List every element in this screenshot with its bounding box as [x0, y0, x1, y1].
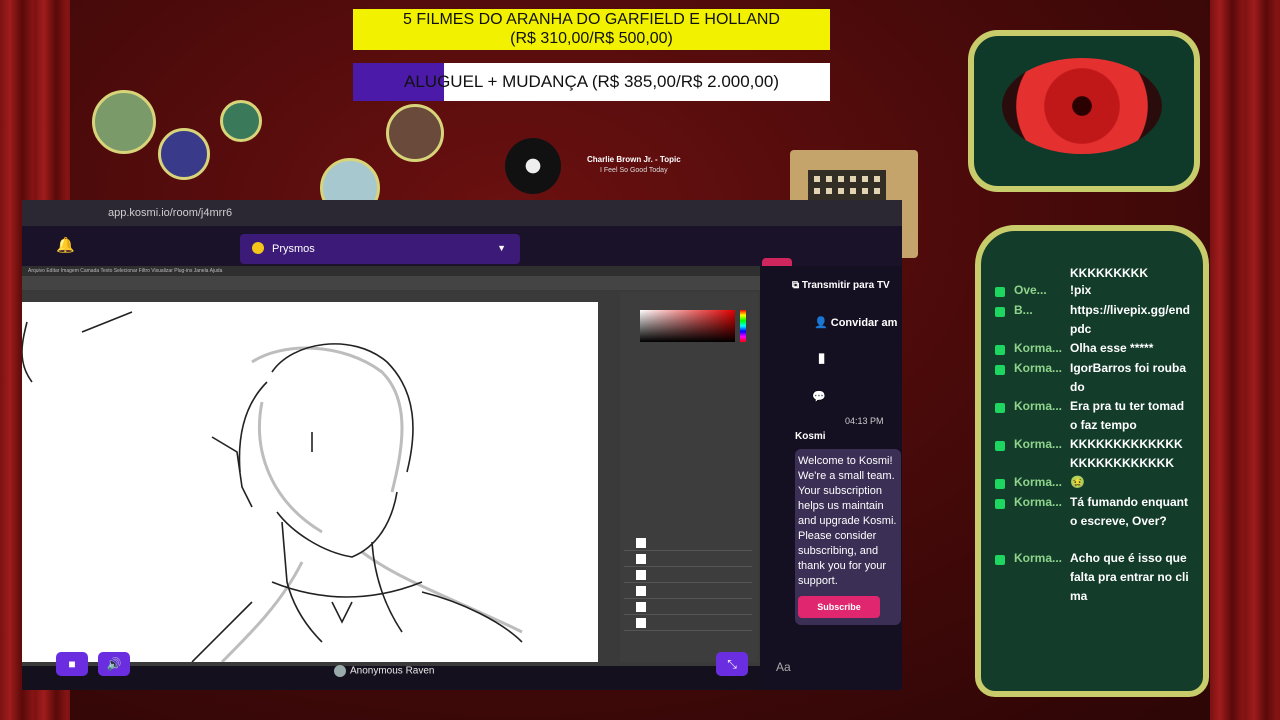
- browser-window: app.kosmi.io/room/j4mrr6 🔔 Prysmos ▼ Arq…: [22, 200, 902, 690]
- goal-amount: (R$ 310,00/R$ 500,00): [510, 30, 673, 47]
- chat-username[interactable]: Korma...: [1014, 437, 1062, 451]
- drawing-canvas[interactable]: [22, 302, 598, 662]
- chat-text: Olha esse *****: [1070, 341, 1154, 355]
- viewer-name: Anonymous Raven: [350, 665, 435, 677]
- chat-bubble-icon[interactable]: 💬: [812, 390, 826, 403]
- room-icon: [252, 242, 264, 254]
- avatar: [158, 128, 210, 180]
- hue-slider[interactable]: [740, 310, 746, 342]
- avatar: [92, 90, 156, 154]
- kosmi-top-bar: 🔔 Prysmos ▼: [22, 226, 902, 284]
- chat-text: KKKKKKKKKKKKKKKKKKKKKKKKK: [1070, 437, 1183, 470]
- ps-options-bar: [22, 276, 760, 290]
- cast-to-tv-button[interactable]: ⧉ Transmitir para TV: [792, 280, 890, 291]
- subscribe-button[interactable]: Subscribe: [798, 596, 880, 618]
- camera-off-icon[interactable]: ▮: [818, 350, 825, 366]
- ps-right-panels: [620, 292, 758, 662]
- kick-badge-icon: [995, 365, 1005, 375]
- shared-screen-photoshop: Arquivo Editar Imagem Camada Texto Selec…: [22, 266, 760, 666]
- goal-title: 5 FILMES DO ARANHA DO GARFIELD E HOLLAND: [403, 11, 780, 28]
- avatar: [386, 104, 444, 162]
- room-selector[interactable]: Prysmos ▼: [240, 234, 520, 264]
- ps-menu-bar: Arquivo Editar Imagem Camada Texto Selec…: [22, 266, 760, 276]
- chat-text: !pix: [1070, 283, 1092, 297]
- music-track: I Feel So Good Today: [600, 167, 668, 174]
- chat-username[interactable]: Korma...: [1014, 341, 1062, 355]
- layer-row[interactable]: [624, 616, 752, 631]
- goal-text: ALUGUEL + MUDANÇA (R$ 385,00/R$ 2.000,00…: [404, 72, 779, 91]
- twitch-chat: KKKKKKKKK Ove... !pix B... https://livepix.g…: [975, 225, 1209, 697]
- layer-row[interactable]: [624, 536, 752, 551]
- goal-bar-movies: 5 FILMES DO ARANHA DO GARFIELD E HOLLAND…: [353, 9, 830, 50]
- fullscreen-exit-icon[interactable]: ⤡: [716, 652, 748, 676]
- eye-icon: [1002, 58, 1162, 154]
- color-picker[interactable]: [640, 310, 735, 342]
- user-icon: [334, 665, 346, 677]
- layer-row[interactable]: [624, 584, 752, 599]
- music-artist: Charlie Brown Jr. - Topic: [587, 155, 681, 164]
- kick-badge-icon: [995, 555, 1005, 565]
- chevron-down-icon: ▼: [497, 243, 506, 253]
- now-playing-widget: Charlie Brown Jr. - Topic I Feel So Good…: [505, 138, 695, 194]
- chat-text: https://livepix.gg/endpdc: [1070, 303, 1191, 336]
- volume-icon[interactable]: 🔊: [98, 652, 130, 676]
- bell-icon[interactable]: 🔔: [56, 236, 75, 254]
- kick-badge-icon: [995, 499, 1005, 509]
- url-text: app.kosmi.io/room/j4mrr6: [108, 207, 233, 219]
- chat-text: Era pra tu ter tomado faz tempo: [1070, 399, 1185, 432]
- sketch-drawing: [22, 311, 523, 662]
- room-name: Prysmos: [272, 243, 315, 255]
- kick-badge-icon: [995, 307, 1005, 317]
- chat-text: IgorBarros foi roubado: [1070, 361, 1187, 394]
- kick-badge-icon: [995, 403, 1005, 413]
- chat-input[interactable]: Aa: [776, 660, 791, 674]
- webcam-eye-frame: [968, 30, 1200, 192]
- viewer-label: Anonymous Raven: [334, 665, 435, 677]
- layer-row[interactable]: [624, 552, 752, 567]
- kosmi-side-panel: ⧉ Transmitir para TV 👤 Convidar am ▮ 💬 0…: [762, 266, 902, 690]
- kick-badge-icon: [995, 345, 1005, 355]
- curtain-right: [1210, 0, 1280, 720]
- message-sender: Kosmi: [795, 431, 826, 442]
- stop-button[interactable]: ■: [56, 652, 88, 676]
- kick-badge-icon: [995, 441, 1005, 451]
- chat-username[interactable]: Korma...: [1014, 361, 1062, 375]
- album-art: [505, 138, 561, 194]
- goal-bar-rent: ALUGUEL + MUDANÇA (R$ 385,00/R$ 2.000,00…: [353, 63, 830, 101]
- layer-row[interactable]: [624, 568, 752, 583]
- chat-username[interactable]: Korma...: [1014, 495, 1062, 509]
- kick-badge-icon: [995, 287, 1005, 297]
- message-time: 04:13 PM: [845, 416, 884, 426]
- chat-text: 🤢: [1070, 475, 1085, 489]
- address-bar[interactable]: app.kosmi.io/room/j4mrr6: [22, 200, 902, 226]
- chat-username[interactable]: B...: [1014, 303, 1033, 317]
- layer-row[interactable]: [624, 600, 752, 615]
- chat-text: Acho que é isso que falta pra entrar no …: [1070, 551, 1189, 603]
- chat-username[interactable]: Korma...: [1014, 475, 1062, 489]
- kick-badge-icon: [995, 479, 1005, 489]
- chat-text: Tá fumando enquanto escreve, Over?: [1070, 495, 1188, 528]
- chat-username[interactable]: Korma...: [1014, 551, 1062, 565]
- chat-username[interactable]: Ove...: [1014, 283, 1047, 297]
- star-icon: [220, 100, 262, 142]
- welcome-text: Welcome to Kosmi! We're a small team. Yo…: [798, 455, 897, 587]
- invite-button[interactable]: 👤 Convidar am: [814, 316, 897, 329]
- chat-username[interactable]: Korma...: [1014, 399, 1062, 413]
